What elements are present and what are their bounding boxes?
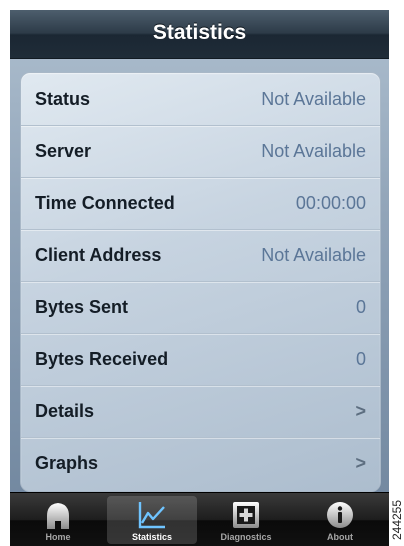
time-connected-label: Time Connected [35, 193, 175, 213]
server-row: Server Not Available [21, 125, 380, 178]
bytes-sent-label: Bytes Sent [35, 297, 129, 317]
client-address-label: Client Address [35, 245, 162, 265]
page-title: Statistics [152, 21, 247, 44]
tab-about[interactable]: About [295, 496, 385, 544]
client-address-row: Client Address Not Available [21, 229, 380, 282]
chart-icon [138, 502, 165, 529]
info-icon [327, 502, 353, 528]
plus-box-icon [233, 502, 259, 528]
bytes-sent-row: Bytes Sent 0 [21, 281, 380, 334]
tab-bar: Home Statistics Diagnostics About [10, 492, 389, 546]
tab-home-label: Home [45, 532, 71, 542]
status-value: Not Available [261, 89, 366, 109]
tab-about-label: About [327, 532, 353, 542]
time-connected-row: Time Connected 00:00:00 [21, 177, 380, 230]
tab-home[interactable]: Home [13, 496, 103, 544]
server-value: Not Available [261, 141, 366, 161]
app-screen: Statistics Status Not Available Server N… [10, 10, 389, 546]
client-address-value: Not Available [261, 245, 366, 265]
status-row: Status Not Available [21, 73, 380, 126]
graphs-row[interactable]: Graphs > [21, 437, 380, 489]
server-label: Server [35, 141, 92, 161]
home-icon [47, 503, 69, 529]
bytes-received-row: Bytes Received 0 [21, 333, 380, 386]
tab-diagnostics[interactable]: Diagnostics [201, 496, 291, 544]
graphs-label: Graphs [35, 453, 99, 473]
time-connected-value: 00:00:00 [295, 193, 366, 213]
details-row[interactable]: Details > [21, 385, 380, 438]
figure-number: 244255 [390, 496, 404, 544]
bytes-sent-value: 0 [355, 297, 366, 317]
chevron-right-icon: > [355, 401, 366, 421]
tab-statistics-label: Statistics [131, 532, 173, 542]
figure-number-text: 244255 [390, 499, 404, 541]
tab-statistics[interactable]: Statistics [107, 496, 197, 544]
bytes-received-value: 0 [355, 349, 366, 369]
navigation-bar: Statistics [10, 10, 389, 59]
details-label: Details [35, 401, 95, 421]
bytes-received-label: Bytes Received [35, 349, 169, 369]
status-label: Status [35, 89, 91, 109]
tab-diagnostics-label: Diagnostics [220, 532, 272, 542]
chevron-right-icon: > [355, 453, 366, 473]
statistics-table: Status Not Available Server Not Availabl… [20, 72, 381, 492]
